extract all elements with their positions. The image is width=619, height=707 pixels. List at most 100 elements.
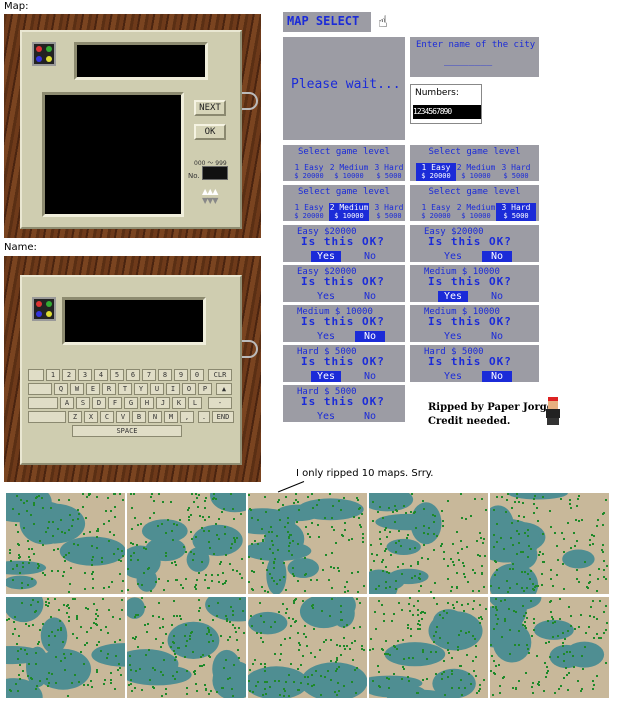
key-1[interactable]: 1 bbox=[46, 369, 60, 381]
map-thumbnail[interactable] bbox=[248, 493, 367, 594]
yes-option[interactable]: Yes bbox=[438, 291, 468, 302]
key-2[interactable]: 2 bbox=[62, 369, 76, 381]
yes-option[interactable]: Yes bbox=[311, 291, 341, 302]
key-end[interactable]: END bbox=[212, 411, 234, 423]
key-n[interactable]: N bbox=[148, 411, 162, 423]
key-space[interactable]: SPACE bbox=[72, 425, 182, 437]
key-l[interactable]: L bbox=[188, 397, 202, 409]
level-option[interactable]: 1 Easy $ 20000 bbox=[416, 163, 456, 181]
key-a[interactable]: A bbox=[60, 397, 74, 409]
no-option[interactable]: No bbox=[355, 251, 385, 262]
key-h[interactable]: H bbox=[140, 397, 154, 409]
key-b[interactable]: B bbox=[132, 411, 146, 423]
key-blank[interactable] bbox=[28, 383, 52, 395]
key-u[interactable]: U bbox=[150, 383, 164, 395]
no-option[interactable]: No bbox=[355, 371, 385, 382]
key-m[interactable]: M bbox=[164, 411, 178, 423]
level-select-panel: Select game level 1 Easy $ 20000 2 Medium $ … bbox=[283, 185, 405, 221]
key-z[interactable]: Z bbox=[68, 411, 82, 423]
name-label: Name: bbox=[4, 242, 37, 253]
no-option[interactable]: No bbox=[482, 291, 512, 302]
key-v[interactable]: V bbox=[116, 411, 130, 423]
city-name-field[interactable]: ________ bbox=[444, 55, 492, 66]
no-option[interactable]: No bbox=[482, 371, 512, 382]
key-3[interactable]: 3 bbox=[78, 369, 92, 381]
key-comma[interactable]: , bbox=[180, 411, 194, 423]
key-blank[interactable] bbox=[28, 369, 44, 381]
yes-option[interactable]: Yes bbox=[311, 251, 341, 262]
key-c[interactable]: C bbox=[100, 411, 114, 423]
key-up-icon[interactable]: ▲ bbox=[216, 383, 232, 395]
key-x[interactable]: X bbox=[84, 411, 98, 423]
key-d[interactable]: D bbox=[92, 397, 106, 409]
no-option[interactable]: No bbox=[482, 331, 512, 342]
level-option[interactable]: 2 Medium $ 10000 bbox=[456, 203, 496, 221]
yes-option[interactable]: Yes bbox=[311, 371, 341, 382]
key-0[interactable]: 0 bbox=[190, 369, 204, 381]
no-option[interactable]: No bbox=[355, 411, 385, 422]
next-button[interactable]: NEXT bbox=[194, 100, 226, 116]
ok-button[interactable]: OK bbox=[194, 124, 226, 140]
key-j[interactable]: J bbox=[156, 397, 170, 409]
key-blank[interactable] bbox=[28, 411, 66, 423]
name-console: 1 2 3 4 5 6 7 8 9 0 CLR Q W E R T Y U I O P ▲ A S D F G H J K L - Z X C V B N… bbox=[20, 275, 242, 465]
key-q[interactable]: Q bbox=[54, 383, 68, 395]
key-blank[interactable] bbox=[28, 397, 58, 409]
key-clr[interactable]: CLR bbox=[208, 369, 232, 381]
map-thumbnail[interactable] bbox=[127, 597, 246, 698]
level-option[interactable]: 2 Medium $ 10000 bbox=[329, 163, 369, 181]
no-option[interactable]: No bbox=[355, 331, 385, 342]
key-w[interactable]: W bbox=[70, 383, 84, 395]
key-s[interactable]: S bbox=[76, 397, 90, 409]
key-dash[interactable]: - bbox=[208, 397, 232, 409]
key-i[interactable]: I bbox=[166, 383, 180, 395]
level-option[interactable]: 3 Hard $ 5000 bbox=[496, 203, 536, 221]
yes-option[interactable]: Yes bbox=[311, 411, 341, 422]
key-t[interactable]: T bbox=[118, 383, 132, 395]
map-thumbnail[interactable] bbox=[369, 597, 488, 698]
level-option[interactable]: 1 Easy $ 20000 bbox=[289, 203, 329, 221]
level-option[interactable]: 3 Hard $ 5000 bbox=[496, 163, 536, 181]
map-thumbnail[interactable] bbox=[127, 493, 246, 594]
key-9[interactable]: 9 bbox=[174, 369, 188, 381]
yes-option[interactable]: Yes bbox=[438, 371, 468, 382]
level-option[interactable]: 2 Medium $ 10000 bbox=[456, 163, 496, 181]
map-thumbnail[interactable] bbox=[6, 493, 125, 594]
key-dot[interactable]: . bbox=[198, 411, 210, 423]
key-7[interactable]: 7 bbox=[142, 369, 156, 381]
level-option[interactable]: 3 Hard $ 5000 bbox=[369, 163, 409, 181]
key-4[interactable]: 4 bbox=[94, 369, 108, 381]
map-thumbnail[interactable] bbox=[248, 597, 367, 698]
down-arrows-icon[interactable]: ▼▼▼ bbox=[202, 196, 219, 205]
key-r[interactable]: R bbox=[102, 383, 116, 395]
numbers-strip: 1234567890 bbox=[413, 105, 481, 119]
map-thumbnail[interactable] bbox=[490, 597, 609, 698]
yes-option[interactable]: Yes bbox=[438, 331, 468, 342]
level-option[interactable]: 1 Easy $ 20000 bbox=[289, 163, 329, 181]
level-option[interactable]: 2 Medium $ 10000 bbox=[329, 203, 369, 221]
level-name: 2 Medium bbox=[456, 203, 496, 212]
yes-option[interactable]: Yes bbox=[311, 331, 341, 342]
no-option[interactable]: No bbox=[355, 291, 385, 302]
key-o[interactable]: O bbox=[182, 383, 196, 395]
no-option[interactable]: No bbox=[482, 251, 512, 262]
key-e[interactable]: E bbox=[86, 383, 100, 395]
map-thumbnail[interactable] bbox=[369, 493, 488, 594]
level-option[interactable]: 1 Easy $ 20000 bbox=[416, 203, 456, 221]
key-f[interactable]: F bbox=[108, 397, 122, 409]
confirm-panel: Hard $ 5000 Is this OK? Yes No bbox=[410, 345, 539, 382]
up-arrows-icon[interactable]: ▲▲▲ bbox=[202, 187, 219, 196]
map-thumbnail[interactable] bbox=[6, 597, 125, 698]
level-option[interactable]: 3 Hard $ 5000 bbox=[369, 203, 409, 221]
level-name: 3 Hard bbox=[374, 203, 404, 212]
key-8[interactable]: 8 bbox=[158, 369, 172, 381]
key-y[interactable]: Y bbox=[134, 383, 148, 395]
map-thumbnail[interactable] bbox=[490, 493, 609, 594]
key-p[interactable]: P bbox=[198, 383, 212, 395]
key-6[interactable]: 6 bbox=[126, 369, 140, 381]
key-5[interactable]: 5 bbox=[110, 369, 124, 381]
key-g[interactable]: G bbox=[124, 397, 138, 409]
key-k[interactable]: K bbox=[172, 397, 186, 409]
yes-option[interactable]: Yes bbox=[438, 251, 468, 262]
please-wait-panel: Please wait... bbox=[283, 37, 405, 140]
